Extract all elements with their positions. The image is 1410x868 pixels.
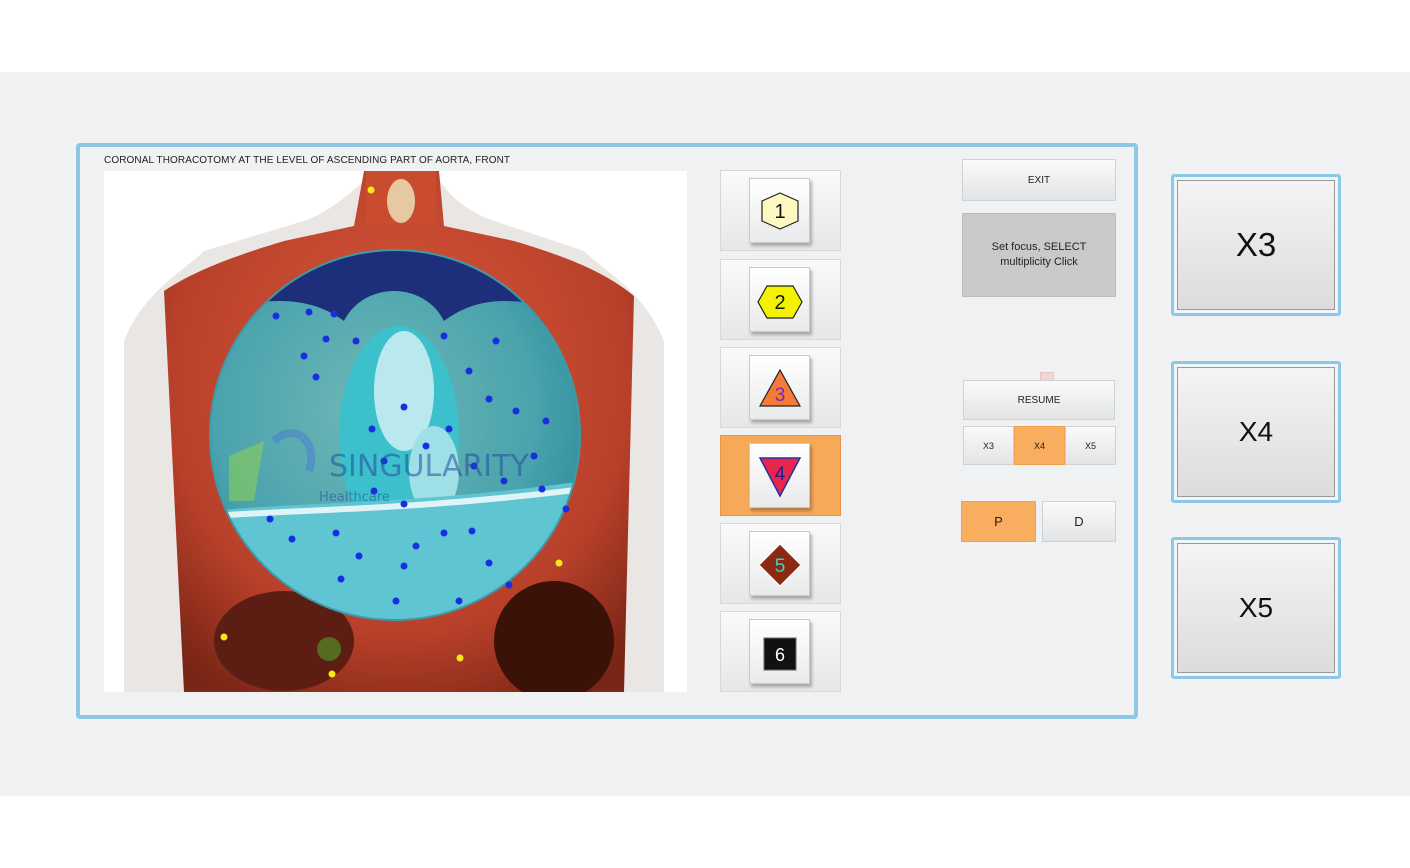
marker-button-2[interactable]: 2 <box>720 259 841 340</box>
svg-text:4: 4 <box>775 464 786 485</box>
multiplicity-x5-button[interactable]: X5 <box>1171 537 1341 679</box>
multiplicity-x4-label: X4 <box>1177 367 1335 497</box>
page-title: CORONAL THORACOTOMY AT THE LEVEL OF ASCE… <box>104 155 511 166</box>
marker-button-6[interactable]: 6 <box>720 611 841 692</box>
square-icon: 6 <box>763 637 797 671</box>
marker-button-5[interactable]: 5 <box>720 523 841 604</box>
watermark-subtext: Healthcare <box>319 490 390 505</box>
marker-button-4[interactable]: 4 <box>720 435 841 516</box>
triangle-down-icon: 4 <box>758 457 802 498</box>
mode-d-button[interactable]: D <box>1042 501 1116 542</box>
mode-p-button[interactable]: P <box>961 501 1036 542</box>
watermark-text: SINGULARITY <box>329 449 529 484</box>
svg-text:5: 5 <box>775 556 786 577</box>
multiplicity-x4-small[interactable]: X4 <box>1014 426 1065 465</box>
resume-button[interactable]: RESUME <box>963 380 1115 420</box>
multiplicity-x3-label: X3 <box>1177 180 1335 310</box>
triangle-up-icon: 3 <box>758 368 802 407</box>
multiplicity-x3-small[interactable]: X3 <box>963 426 1014 465</box>
multiplicity-x4-button[interactable]: X4 <box>1171 361 1341 503</box>
svg-text:2: 2 <box>774 292 785 314</box>
svg-text:6: 6 <box>775 645 785 665</box>
exit-button[interactable]: EXIT <box>962 159 1116 201</box>
instruction-message: Set focus, SELECT multiplicity Click <box>962 213 1116 297</box>
multiplicity-x5-label: X5 <box>1177 543 1335 673</box>
diamond-icon: 5 <box>758 543 802 587</box>
hexagon-icon: 1 <box>761 192 799 230</box>
marker-button-1[interactable]: 1 <box>720 170 841 251</box>
hexagon-icon: 2 <box>757 285 803 319</box>
anatomy-image[interactable]: SINGULARITY Healthcare <box>104 171 687 692</box>
multiplicity-x3-button[interactable]: X3 <box>1171 174 1341 316</box>
marker-button-3[interactable]: 3 <box>720 347 841 428</box>
svg-text:1: 1 <box>774 201 785 223</box>
anatomy-illustration: SINGULARITY Healthcare <box>124 171 664 692</box>
multiplicity-x5-small[interactable]: X5 <box>1065 426 1116 465</box>
svg-text:3: 3 <box>775 385 786 406</box>
